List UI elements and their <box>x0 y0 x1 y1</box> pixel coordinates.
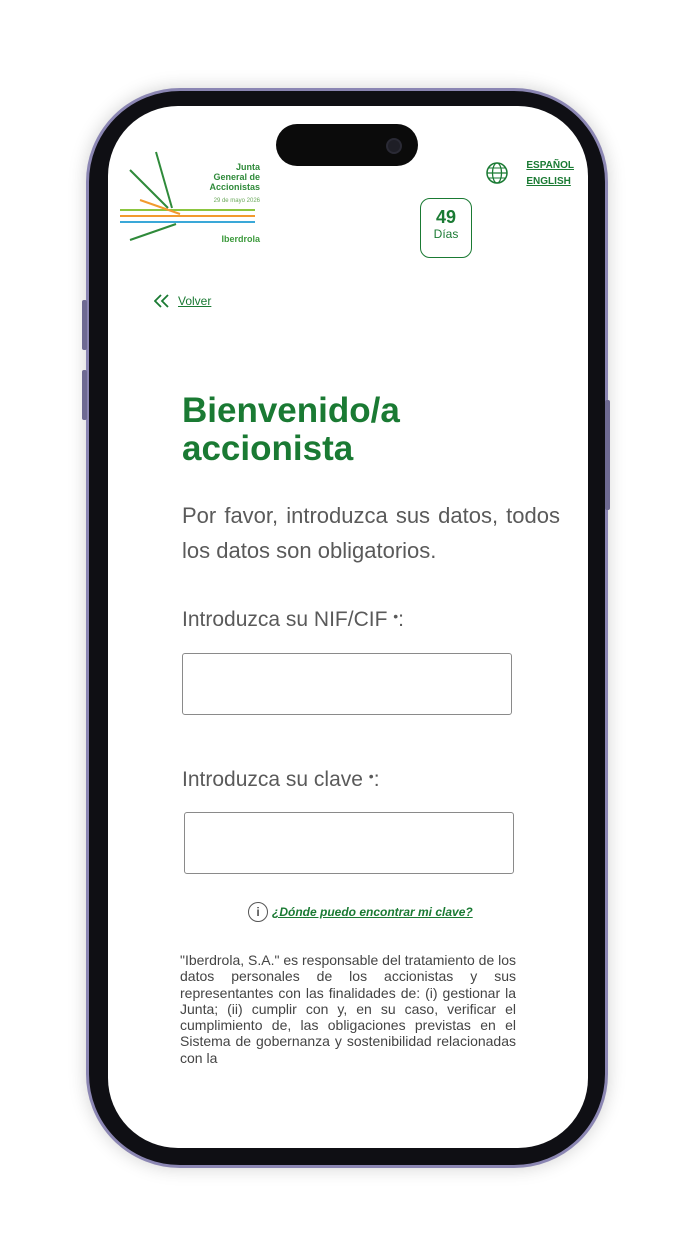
key-input[interactable] <box>184 812 514 874</box>
page-subtitle: Por favor, introduzca sus datos, todos l… <box>182 503 560 563</box>
countdown-number: 49 <box>435 207 457 227</box>
back-link[interactable]: Volver <box>154 294 211 308</box>
volume-down-button <box>82 370 87 420</box>
event-title-line2: General de <box>213 172 260 182</box>
find-key-help-label: ¿Dónde puedo encontrar mi clave? <box>272 905 473 919</box>
language-selector: ESPAÑOL ENGLISH <box>526 158 574 190</box>
globe-icon <box>486 162 508 184</box>
find-key-help-link[interactable]: i ¿Dónde puedo encontrar mi clave? <box>248 902 473 922</box>
double-chevron-left-icon <box>154 294 169 308</box>
power-button <box>605 400 610 510</box>
volume-up-button <box>82 300 87 350</box>
event-title-line3: Accionistas <box>209 182 260 192</box>
brand-name: Iberdrola <box>221 234 260 244</box>
lang-english-link[interactable]: ENGLISH <box>526 174 574 190</box>
privacy-notice: "Iberdrola, S.A." es responsable del tra… <box>180 952 517 1066</box>
event-logo: Junta General de Accionistas 29 de mayo … <box>120 150 260 250</box>
dynamic-island <box>276 124 418 166</box>
key-label: Introduzca su clave •: <box>182 768 380 791</box>
countdown-badge: 49 Días <box>420 198 472 258</box>
countdown-label: Días <box>433 227 459 241</box>
event-title-line1: Junta <box>235 162 260 172</box>
back-link-label: Volver <box>178 294 212 308</box>
event-date: 29 de mayo 2026 <box>213 198 260 204</box>
lang-spanish-link[interactable]: ESPAÑOL <box>526 158 574 174</box>
nif-label: Introduzca su NIF/CIF •: <box>182 608 404 631</box>
phone-screen: Junta General de Accionistas 29 de mayo … <box>108 106 588 1148</box>
camera-icon <box>386 138 402 154</box>
page-title: Bienvenido/a accionista <box>182 391 400 468</box>
nif-input[interactable] <box>182 653 512 715</box>
info-icon: i <box>248 902 268 922</box>
